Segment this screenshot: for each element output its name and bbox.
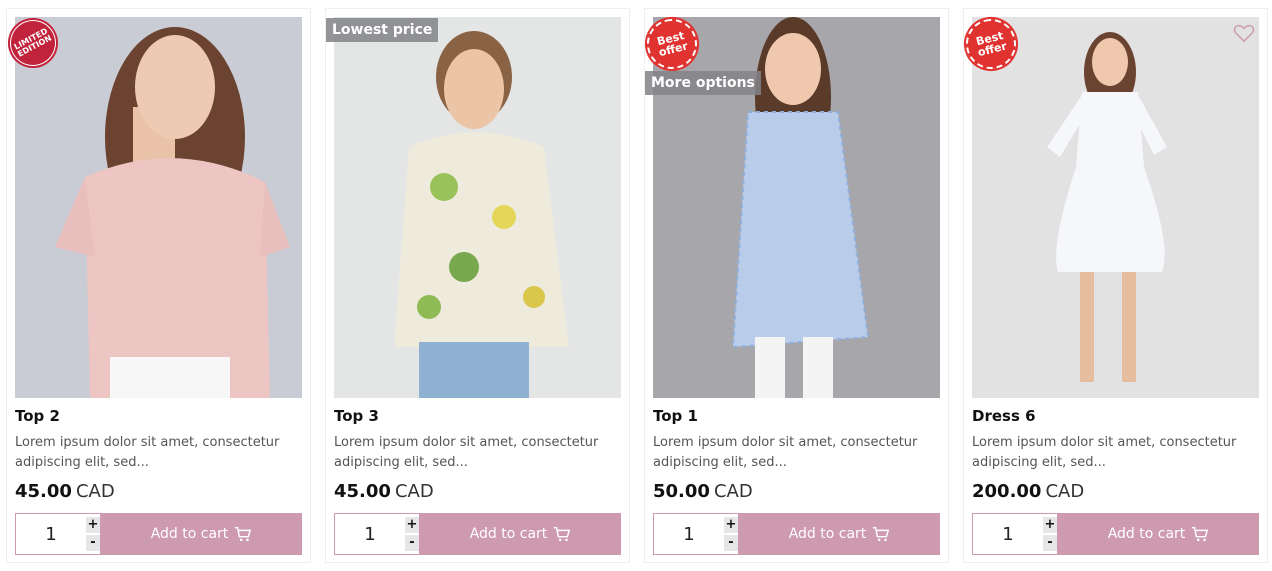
price-amount: 45.00 — [334, 481, 391, 502]
quantity-input[interactable] — [335, 514, 405, 554]
quantity-stepper: + - — [653, 513, 739, 555]
price-amount: 50.00 — [653, 481, 710, 502]
increment-button[interactable]: + — [724, 517, 738, 533]
price-currency: CAD — [75, 481, 115, 502]
price-amount: 45.00 — [15, 481, 72, 502]
lowest-price-badge: Lowest price — [326, 18, 439, 42]
add-to-cart-label: Add to cart — [469, 526, 548, 542]
product-price: 45.00 CAD — [334, 481, 434, 502]
stepper-buttons: + - — [724, 514, 738, 554]
product-card: Best offer Dress 6 Lorem ipsum dolor sit… — [958, 8, 1268, 563]
seal-text: Best offer — [974, 29, 1009, 60]
quantity-input[interactable] — [654, 514, 724, 554]
buy-box: + - Add to cart — [334, 513, 621, 555]
decrement-button[interactable]: - — [86, 535, 100, 551]
add-to-cart-button[interactable]: Add to cart — [420, 513, 621, 555]
seal-text: LIMITED EDITION — [12, 26, 54, 59]
product-price: 200.00 CAD — [972, 481, 1084, 502]
quantity-input[interactable] — [16, 514, 86, 554]
add-to-cart-label: Add to cart — [788, 526, 867, 542]
increment-button[interactable]: + — [86, 517, 100, 533]
product-grid: LIMITED EDITION Top 2 Lorem ipsum dolor … — [0, 0, 1272, 571]
product-title[interactable]: Top 1 — [653, 407, 698, 425]
product-card: Best offer More options Top 1 Lorem ipsu… — [639, 8, 949, 563]
product-title[interactable]: Top 3 — [334, 407, 379, 425]
price-currency: CAD — [713, 481, 753, 502]
increment-button[interactable]: + — [405, 517, 419, 533]
seal-text: Best offer — [655, 29, 690, 60]
decrement-button[interactable]: - — [405, 535, 419, 551]
buy-box: + - Add to cart — [972, 513, 1259, 555]
quantity-stepper: + - — [972, 513, 1058, 555]
product-title[interactable]: Dress 6 — [972, 407, 1036, 425]
product-card: LIMITED EDITION Top 2 Lorem ipsum dolor … — [0, 8, 311, 563]
cart-icon — [873, 526, 890, 542]
more-options-badge: More options — [645, 71, 761, 95]
product-description: Lorem ipsum dolor sit amet, consectetur … — [334, 435, 599, 470]
add-to-cart-button[interactable]: Add to cart — [101, 513, 302, 555]
price-amount: 200.00 — [972, 481, 1042, 502]
product-description: Lorem ipsum dolor sit amet, consectetur … — [972, 435, 1237, 470]
increment-button[interactable]: + — [1043, 517, 1057, 533]
stepper-buttons: + - — [86, 514, 100, 554]
model-photo-floral-blouse — [334, 17, 621, 398]
product-image[interactable] — [15, 17, 302, 398]
decrement-button[interactable]: - — [1043, 535, 1057, 551]
cart-icon — [235, 526, 252, 542]
product-price: 50.00 CAD — [653, 481, 753, 502]
buy-box: + - Add to cart — [653, 513, 940, 555]
add-to-cart-label: Add to cart — [150, 526, 229, 542]
price-currency: CAD — [1045, 481, 1085, 502]
product-title[interactable]: Top 2 — [15, 407, 60, 425]
cart-icon — [554, 526, 571, 542]
product-description: Lorem ipsum dolor sit amet, consectetur … — [653, 435, 918, 470]
product-description: Lorem ipsum dolor sit amet, consectetur … — [15, 435, 280, 470]
stepper-buttons: + - — [405, 514, 419, 554]
product-image[interactable] — [972, 17, 1259, 398]
product-price: 45.00 CAD — [15, 481, 115, 502]
decrement-button[interactable]: - — [724, 535, 738, 551]
heart-outline-icon[interactable] — [1233, 23, 1255, 43]
add-to-cart-button[interactable]: Add to cart — [1058, 513, 1259, 555]
quantity-stepper: + - — [15, 513, 101, 555]
buy-box: + - Add to cart — [15, 513, 302, 555]
model-photo-pink-top — [15, 17, 302, 398]
add-to-cart-label: Add to cart — [1107, 526, 1186, 542]
quantity-input[interactable] — [973, 514, 1043, 554]
price-currency: CAD — [394, 481, 434, 502]
product-image[interactable] — [334, 17, 621, 398]
model-photo-white-dress — [972, 17, 1259, 398]
stepper-buttons: + - — [1043, 514, 1057, 554]
quantity-stepper: + - — [334, 513, 420, 555]
product-card: Lowest price Top 3 Lorem ipsum dolor sit… — [325, 8, 630, 563]
cart-icon — [1192, 526, 1209, 542]
add-to-cart-button[interactable]: Add to cart — [739, 513, 940, 555]
